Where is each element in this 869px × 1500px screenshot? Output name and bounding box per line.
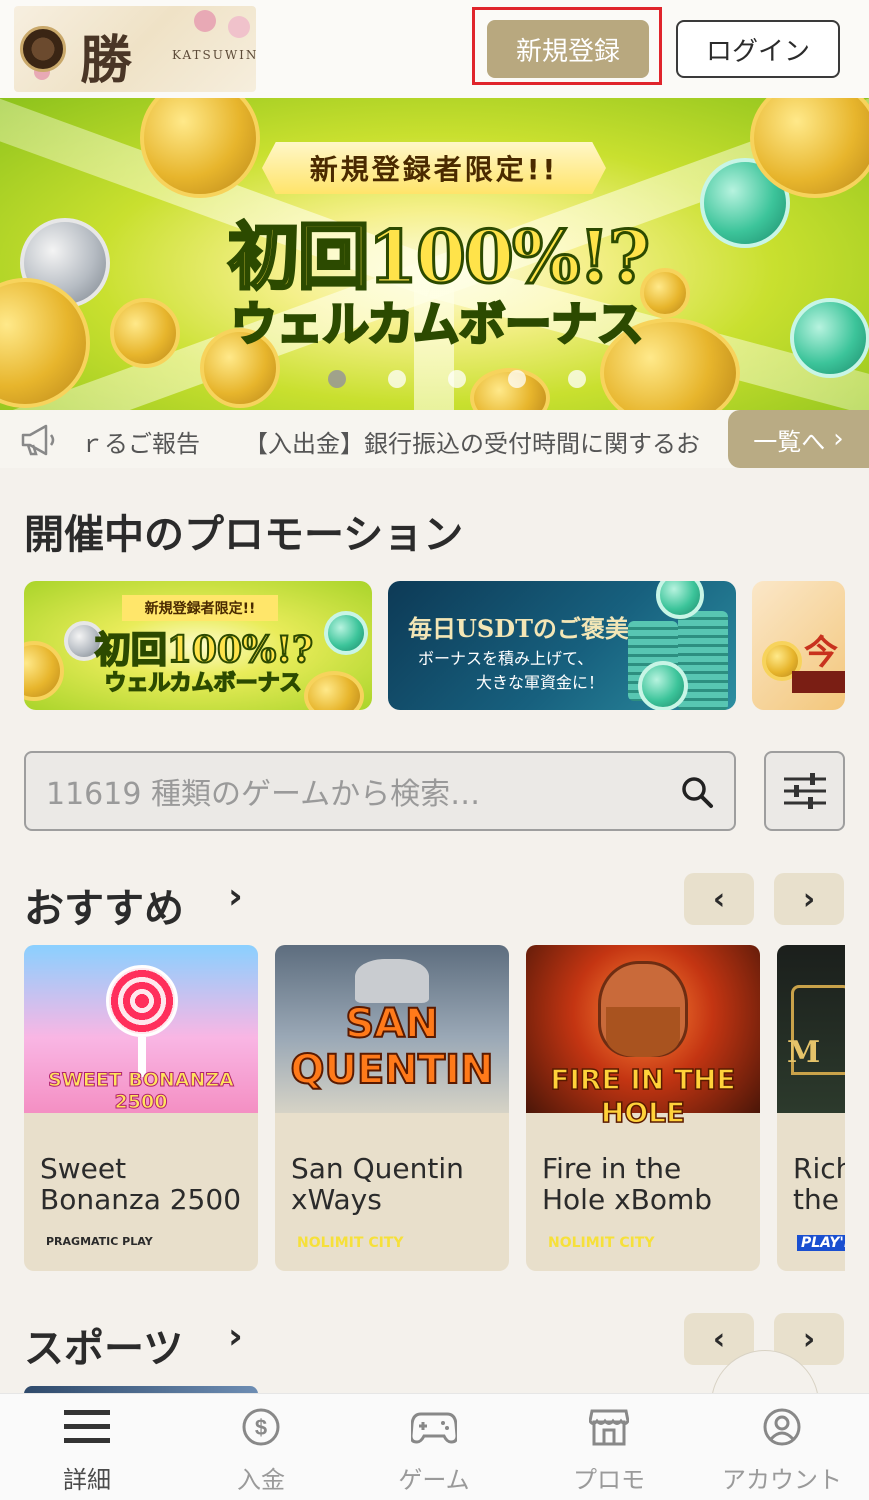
promotions-title: 開催中のプロモーション bbox=[24, 512, 464, 558]
next-button[interactable]: › bbox=[774, 873, 844, 925]
ticker-text[interactable]: 【入出金】銀行振込の受付時間に関するお bbox=[244, 424, 700, 459]
nav-item-account[interactable]: アカウント bbox=[712, 1404, 852, 1496]
banner-subheadline: ウェルカムボーナス bbox=[229, 296, 645, 353]
login-button[interactable]: ログイン bbox=[676, 20, 840, 78]
chevron-left-icon: ‹ bbox=[712, 1321, 726, 1357]
dollar-icon: $ bbox=[238, 1404, 284, 1450]
sliders-icon bbox=[783, 773, 826, 809]
chevron-left-icon: ‹ bbox=[712, 881, 726, 917]
megaphone-icon bbox=[21, 424, 55, 456]
beard-graphic bbox=[606, 1007, 680, 1057]
game-art-title: FIRE IN THE HOLE bbox=[550, 1062, 737, 1130]
promo-line: ボーナスを積み上げて、 bbox=[418, 649, 594, 668]
chevron-right-icon[interactable]: › bbox=[228, 876, 243, 917]
game-search-input[interactable]: 11619 種類のゲームから検索… bbox=[24, 751, 736, 831]
lollipop-graphic bbox=[106, 965, 178, 1037]
carousel-dot[interactable] bbox=[388, 370, 406, 388]
coin-decoration bbox=[324, 611, 368, 655]
emblem-icon bbox=[20, 26, 66, 72]
register-button[interactable]: 新規登録 bbox=[487, 20, 649, 78]
coin-decoration bbox=[304, 671, 364, 710]
game-thumbnail: SAN QUENTIN bbox=[275, 945, 509, 1113]
gamepad-icon bbox=[411, 1404, 457, 1450]
banner-tag: 新規登録者限定!! bbox=[262, 142, 606, 194]
nav-item-games[interactable]: ゲーム bbox=[364, 1404, 504, 1496]
nav-item-deposit[interactable]: $ 入金 bbox=[191, 1404, 331, 1496]
bottom-nav: 詳細 $ 入金 ゲーム プロモ アカウント bbox=[0, 1393, 869, 1500]
store-icon bbox=[586, 1404, 632, 1450]
chevron-right-icon: › bbox=[833, 424, 844, 454]
search-placeholder: 11619 種類のゲームから検索… bbox=[46, 777, 481, 812]
provider-logo: NOLIMIT CITY bbox=[297, 1235, 404, 1251]
provider-logo: NOLIMIT CITY bbox=[548, 1235, 655, 1251]
carousel-dot[interactable] bbox=[328, 370, 346, 388]
promo-card-usdt-daily[interactable]: 毎日USDTのご褒美 ボーナスを積み上げて、 大きな軍資金に！ bbox=[388, 581, 736, 710]
nav-item-promo[interactable]: プロモ bbox=[539, 1404, 679, 1496]
chevron-right-icon: › bbox=[802, 881, 816, 917]
promo-card-new-year[interactable]: 今 bbox=[752, 581, 845, 710]
ticker-text[interactable]: ｒるご報告 bbox=[80, 424, 200, 459]
coin-decoration bbox=[790, 298, 869, 378]
promo-subheadline: ウェルカムボーナス bbox=[104, 670, 303, 697]
game-card[interactable]: SWEET BONANZA 2500 Sweet Bonanza 2500 PR… bbox=[24, 945, 258, 1271]
logo-kanji: 勝 bbox=[80, 30, 133, 91]
coin-decoration bbox=[24, 641, 64, 701]
carousel-dot[interactable] bbox=[568, 370, 586, 388]
chevron-right-icon[interactable]: › bbox=[228, 1316, 243, 1357]
flower-decoration bbox=[194, 10, 216, 32]
nav-item-details[interactable]: 詳細 bbox=[17, 1404, 157, 1496]
promo-ribbon bbox=[792, 671, 845, 693]
carousel-dot[interactable] bbox=[448, 370, 466, 388]
game-art-title: M bbox=[787, 1035, 821, 1070]
game-name: Rich the bbox=[793, 1152, 845, 1216]
provider-logo: PRAGMATIC PLAY bbox=[46, 1235, 153, 1248]
game-thumbnail: FIRE IN THE HOLE bbox=[526, 945, 760, 1130]
game-card[interactable]: SAN QUENTIN San Quentin xWays NOLIMIT CI… bbox=[275, 945, 509, 1271]
menu-icon bbox=[64, 1404, 110, 1450]
news-list-label: 一覧へ bbox=[753, 427, 826, 456]
logo-brand: KATSUWIN bbox=[172, 48, 256, 62]
carousel-dots bbox=[328, 370, 586, 388]
promo-card-welcome-bonus[interactable]: 新規登録者限定!! 初回100%!? ウェルカムボーナス bbox=[24, 581, 372, 710]
nav-label: アカウント bbox=[722, 1466, 842, 1494]
filter-button[interactable] bbox=[764, 751, 845, 831]
game-thumbnail: M bbox=[777, 945, 845, 1113]
svg-text:$: $ bbox=[255, 1415, 267, 1440]
prev-button[interactable]: ‹ bbox=[684, 873, 754, 925]
flower-decoration bbox=[228, 16, 250, 38]
game-art-title: SWEET BONANZA 2500 bbox=[48, 1069, 235, 1114]
game-card[interactable]: M Rich the PLAY'n bbox=[777, 945, 845, 1271]
user-icon bbox=[759, 1404, 805, 1450]
promo-line: 大きな軍資金に！ bbox=[476, 673, 605, 692]
nav-label: 詳細 bbox=[63, 1466, 111, 1494]
game-card[interactable]: FIRE IN THE HOLE Fire in the Hole xBomb … bbox=[526, 945, 760, 1271]
promo-tag: 新規登録者限定!! bbox=[122, 595, 278, 621]
katsuwin-logo[interactable]: 勝 KATSUWIN bbox=[14, 6, 256, 92]
game-name: Sweet Bonanza 2500 bbox=[40, 1152, 242, 1216]
hero-banner[interactable]: 新規登録者限定!! 初回100%!? ウェルカムボーナス bbox=[0, 98, 869, 410]
search-icon[interactable] bbox=[680, 775, 714, 809]
chevron-right-icon: › bbox=[802, 1321, 816, 1357]
provider-logo: PLAY'n bbox=[797, 1235, 845, 1251]
eagle-graphic bbox=[355, 959, 429, 1003]
game-art-title: SAN QUENTIN bbox=[290, 1000, 495, 1094]
news-list-button[interactable]: 一覧へ › bbox=[728, 410, 869, 468]
carousel-dot[interactable] bbox=[508, 370, 526, 388]
promo-text: 今 bbox=[804, 633, 838, 673]
game-name: San Quentin xWays bbox=[291, 1152, 464, 1216]
promo-title: 毎日USDTのご褒美 bbox=[408, 614, 629, 643]
nav-label: ゲーム bbox=[398, 1466, 470, 1494]
sports-title[interactable]: スポーツ bbox=[24, 1316, 183, 1374]
coin-decoration bbox=[110, 298, 180, 368]
header: 勝 KATSUWIN 新規登録 ログイン bbox=[0, 0, 869, 98]
game-thumbnail: SWEET BONANZA 2500 bbox=[24, 945, 258, 1114]
nav-label: 入金 bbox=[237, 1466, 285, 1494]
coin-decoration bbox=[638, 661, 688, 710]
nav-label: プロモ bbox=[573, 1466, 645, 1494]
recommended-title[interactable]: おすすめ bbox=[24, 876, 184, 934]
game-name: Fire in the Hole xBomb bbox=[542, 1152, 713, 1216]
